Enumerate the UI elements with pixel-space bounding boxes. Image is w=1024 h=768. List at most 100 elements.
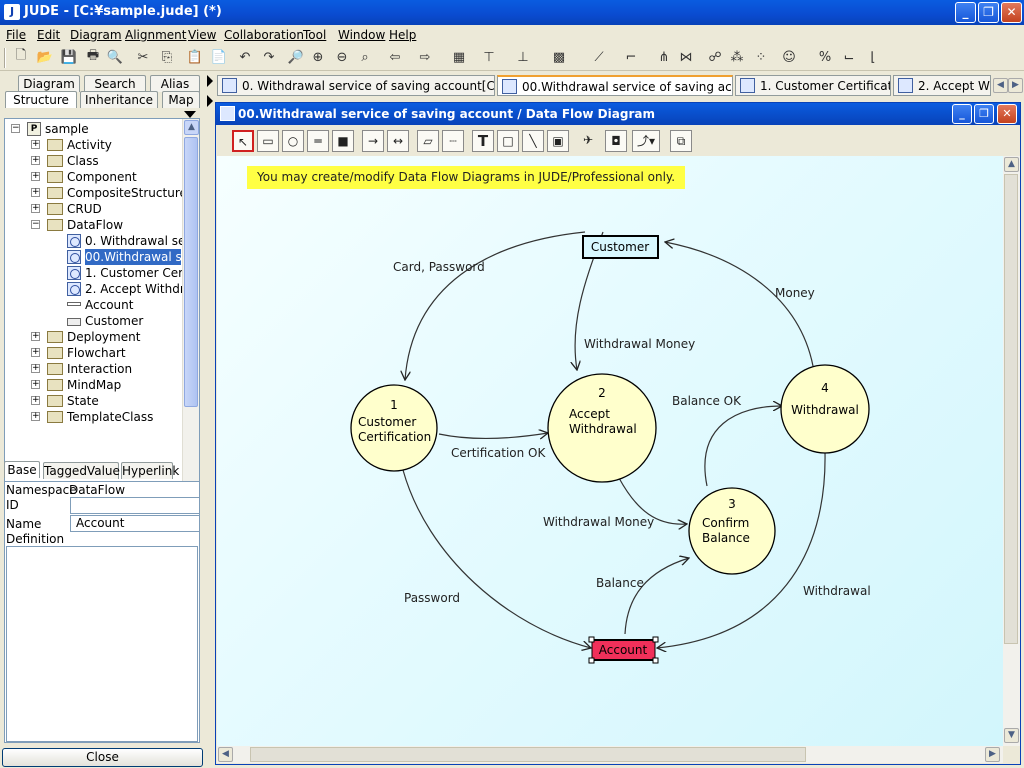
tree-item[interactable]: 1. Customer Certif xyxy=(5,265,195,281)
doc-tab-customer-certification[interactable]: 1. Customer Certification xyxy=(735,75,891,96)
expand-icon[interactable]: + xyxy=(31,364,40,373)
tree-item[interactable]: Account xyxy=(5,297,181,313)
black-box-tool-icon[interactable]: ■ xyxy=(332,130,354,152)
minimize-button[interactable]: _ xyxy=(955,2,976,23)
tab-hyperlink[interactable]: Hyperlink xyxy=(121,462,179,479)
menu-collaboration[interactable]: Collaboration xyxy=(224,28,304,42)
scroll-left-icon[interactable]: ◀ xyxy=(218,747,233,762)
new-file-icon[interactable]: 🗋 xyxy=(12,48,30,66)
tree-item[interactable]: 2. Accept Withdraw xyxy=(5,281,199,297)
menu-tool[interactable]: Tool xyxy=(303,28,326,42)
zoom-in-icon[interactable]: ⊕ xyxy=(309,48,327,66)
doc-tab-accept-withdrawal[interactable]: 2. Accept With xyxy=(893,75,991,96)
doc-tab-context[interactable]: 0. Withdrawal service of saving account[… xyxy=(217,75,495,96)
menu-help[interactable]: Help xyxy=(389,28,416,42)
tab-structure[interactable]: Structure xyxy=(5,91,77,108)
print-icon[interactable]: 🖶 xyxy=(84,48,102,66)
id-field[interactable] xyxy=(70,497,200,514)
align-middle-icon[interactable]: ⊥ xyxy=(514,48,532,66)
color-palette-icon[interactable]: ▩ xyxy=(550,48,568,66)
tree-scroll-thumb[interactable] xyxy=(184,137,198,407)
tab-map[interactable]: Map xyxy=(162,91,200,108)
tree-item[interactable]: + Activity xyxy=(5,137,181,153)
maximize-button[interactable]: ❐ xyxy=(978,2,999,23)
save-icon[interactable]: 💾 xyxy=(60,48,78,66)
inner-restore-button[interactable]: ❐ xyxy=(974,104,994,124)
tab-search[interactable]: Search xyxy=(84,75,146,92)
tab-base[interactable]: Base xyxy=(4,461,40,478)
tab-scroll-right-icon[interactable]: ▶ xyxy=(1008,78,1023,93)
back-icon[interactable]: ⇦ xyxy=(386,48,404,66)
definition-textarea[interactable] xyxy=(6,546,198,742)
tree-item[interactable]: + CRUD xyxy=(5,201,181,217)
zoom-icon[interactable]: 🔎 xyxy=(287,48,305,66)
scroll-up-icon[interactable]: ▲ xyxy=(184,120,199,135)
expand-icon[interactable]: + xyxy=(31,204,40,213)
mindmap-node-icon[interactable]: ⁘ xyxy=(752,48,770,66)
doc-tab-active[interactable]: 00.Withdrawal service of saving account xyxy=(497,75,733,96)
tab-alias[interactable]: Alias xyxy=(150,75,200,92)
data-store-tool-icon[interactable]: ═ xyxy=(307,130,329,152)
tree-item[interactable]: + MindMap xyxy=(5,377,181,393)
tree-item[interactable]: + Interaction xyxy=(5,361,181,377)
menu-alignment[interactable]: Alignment xyxy=(125,28,186,42)
tree-item[interactable]: 0. Withdrawal servi xyxy=(5,233,199,249)
scroll-down-icon[interactable]: ▼ xyxy=(1004,728,1019,743)
process-1[interactable]: 1 Customer Certification xyxy=(350,384,438,472)
layer-tool-icon[interactable]: ⧉ xyxy=(670,130,692,152)
expand-icon[interactable]: + xyxy=(31,188,40,197)
expand-icon[interactable]: + xyxy=(31,380,40,389)
percent-icon[interactable]: % xyxy=(816,48,834,66)
cut-icon[interactable]: ✂ xyxy=(134,48,152,66)
tree-item[interactable]: + Component xyxy=(5,169,181,185)
expand-icon[interactable]: + xyxy=(31,412,40,421)
select-tool-icon[interactable]: ↖ xyxy=(232,130,254,152)
scroll-up-icon[interactable]: ▲ xyxy=(1004,157,1019,172)
line-icon[interactable]: ⌙ xyxy=(840,48,858,66)
menu-diagram[interactable]: Diagram xyxy=(70,28,122,42)
name-field[interactable]: Account xyxy=(70,515,200,532)
splitter-arrow-icon[interactable] xyxy=(207,75,213,87)
expand-icon[interactable]: + xyxy=(31,140,40,149)
note-anchor-tool-icon[interactable]: ┈ xyxy=(442,130,464,152)
canvas-vscroll-thumb[interactable] xyxy=(1004,174,1018,644)
copy-icon[interactable]: ⎘ xyxy=(158,48,176,66)
tree-vertical-scrollbar[interactable]: ▲ ▼ xyxy=(182,119,199,504)
splitter-arrow-icon[interactable] xyxy=(207,95,213,107)
forward-icon[interactable]: ⇨ xyxy=(416,48,434,66)
mindmap-branch-icon[interactable]: ⁂ xyxy=(728,48,746,66)
canvas-horizontal-scrollbar[interactable]: ◀ ▶ xyxy=(217,746,1003,763)
collapse-icon[interactable]: − xyxy=(11,124,20,133)
text-tool-icon[interactable]: T xyxy=(472,130,494,152)
hierarchy-icon[interactable]: ⋈ xyxy=(677,48,695,66)
canvas-vertical-scrollbar[interactable]: ▲ ▼ xyxy=(1003,156,1020,746)
expand-icon[interactable]: + xyxy=(31,156,40,165)
tree-item[interactable]: + Deployment xyxy=(5,329,181,345)
bidirectional-flow-tool-icon[interactable]: ↔ xyxy=(387,130,409,152)
print-preview-icon[interactable]: 🔍 xyxy=(106,48,124,66)
tab-scroll-left-icon[interactable]: ◀ xyxy=(993,78,1008,93)
zoom-out-icon[interactable]: ⊖ xyxy=(333,48,351,66)
process-2[interactable]: 2 Accept Withdrawal xyxy=(547,373,657,483)
expand-icon[interactable]: + xyxy=(31,172,40,181)
smiley-icon[interactable]: ☺ xyxy=(780,48,798,66)
external-entity-customer[interactable]: Customer xyxy=(582,235,659,259)
process-tool-icon[interactable]: ○ xyxy=(282,130,304,152)
scroll-right-icon[interactable]: ▶ xyxy=(985,747,1000,762)
tree-item[interactable]: Customer xyxy=(5,313,181,329)
zoom-fit-icon[interactable]: ⌕ xyxy=(356,48,374,66)
note-tool-icon[interactable]: ▱ xyxy=(417,130,439,152)
inner-close-button[interactable]: ✕ xyxy=(997,104,1017,124)
data-flow-tool-icon[interactable]: → xyxy=(362,130,384,152)
panel-dropdown-icon[interactable] xyxy=(184,111,196,118)
canvas-hscroll-thumb[interactable] xyxy=(250,747,806,762)
external-entity-tool-icon[interactable]: ▭ xyxy=(257,130,279,152)
tree-layout-icon[interactable]: ⋔ xyxy=(655,48,673,66)
undo-icon[interactable]: ↶ xyxy=(236,48,254,66)
collapse-icon[interactable]: − xyxy=(31,220,40,229)
tree-item[interactable]: + TemplateClass xyxy=(5,409,181,425)
line-style-icon[interactable]: ⟋ xyxy=(590,48,608,66)
process-4[interactable]: 4 Withdrawal xyxy=(780,364,870,454)
tab-diagram[interactable]: Diagram xyxy=(18,75,80,92)
redo-icon[interactable]: ↷ xyxy=(260,48,278,66)
